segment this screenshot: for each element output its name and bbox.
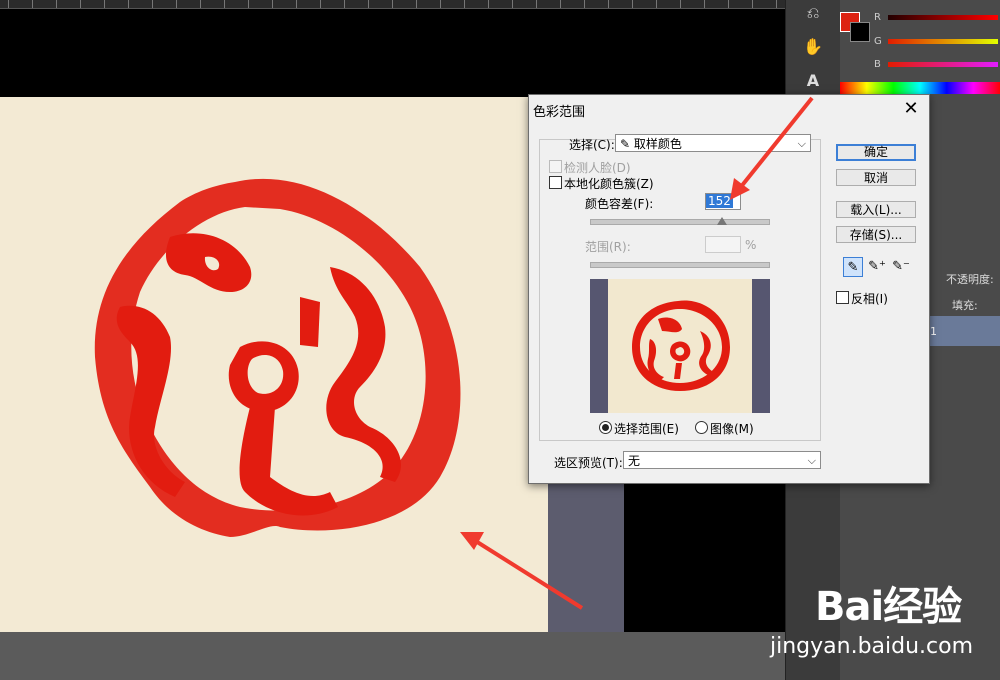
watermark-url: jingyan.baidu.com (770, 634, 974, 659)
watermark-brand: Bai经验 (815, 584, 962, 630)
annotation-arrow-to-input (730, 96, 814, 200)
annotation-arrow-to-image (460, 532, 584, 610)
baidu-watermark: Bai经验 jingyan.baidu.com (770, 572, 1000, 680)
